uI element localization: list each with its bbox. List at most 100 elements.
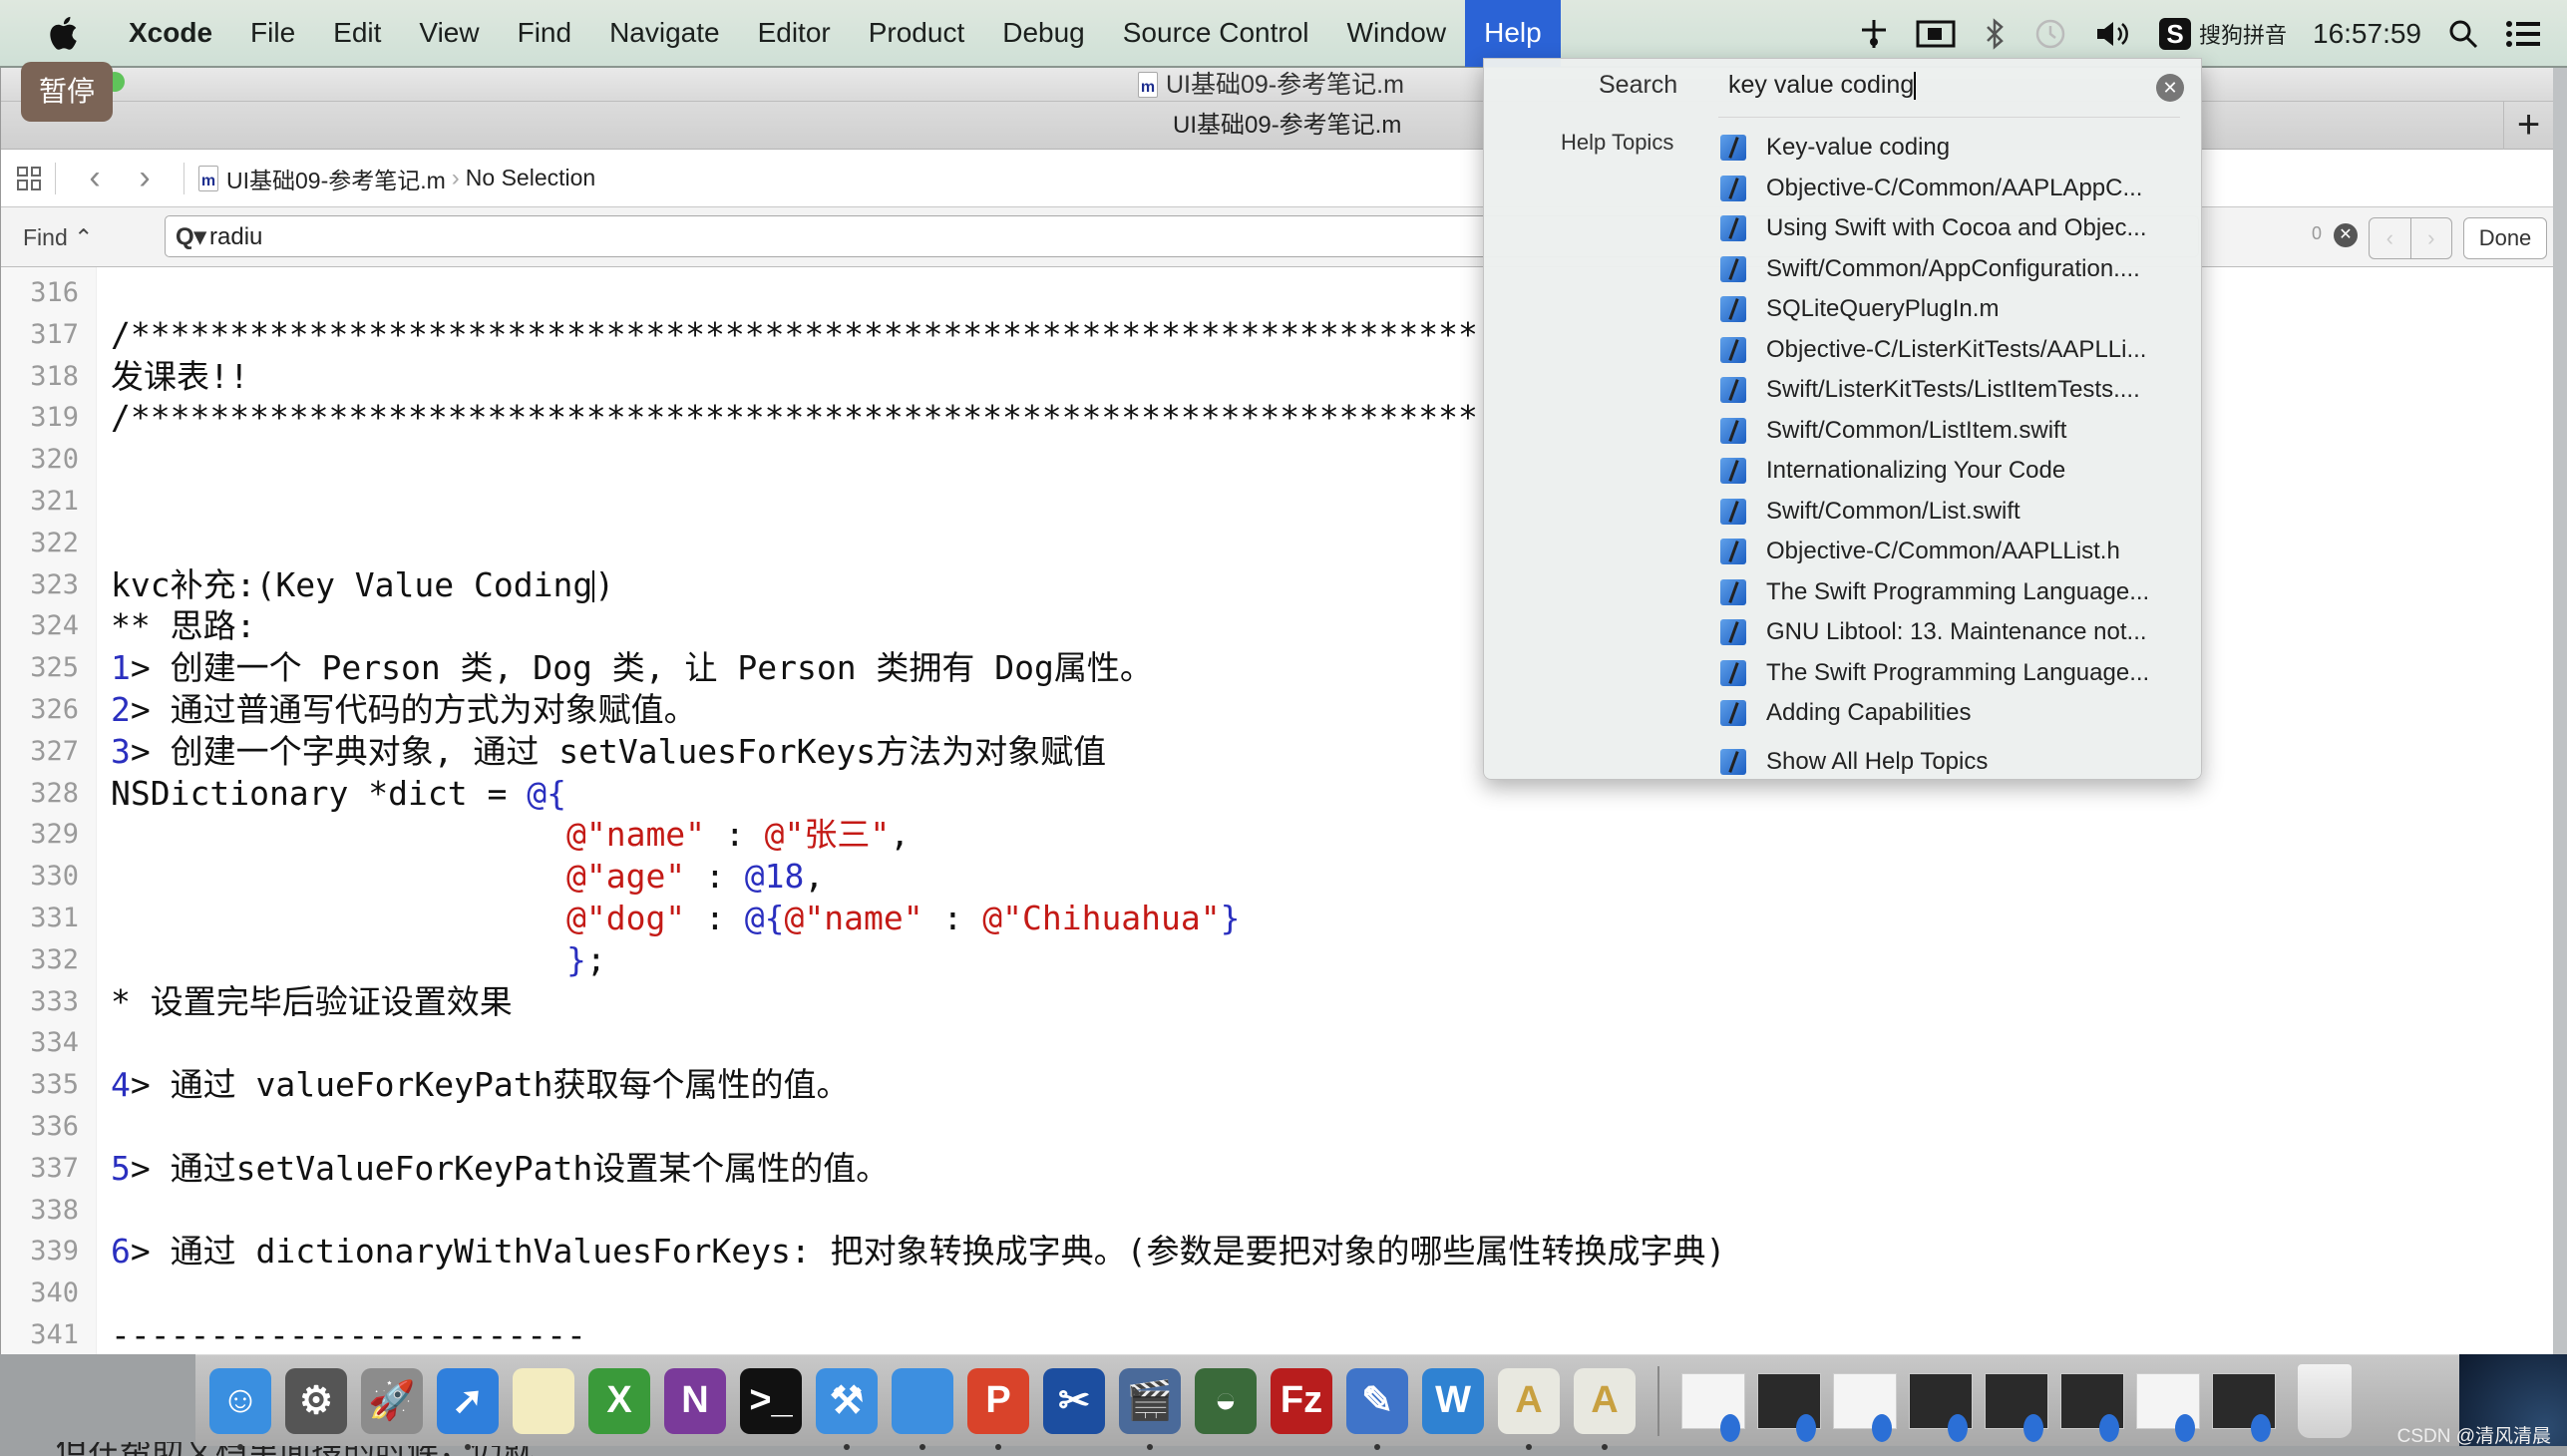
dock-pro-app-icon[interactable]: ◒ [1195, 1367, 1257, 1434]
menu-editor[interactable]: Editor [739, 0, 850, 67]
menu-find[interactable]: Find [499, 0, 590, 67]
dock-document-icon[interactable] [2060, 1372, 2124, 1442]
go-forward-button[interactable]: › [120, 159, 170, 197]
help-topic-item[interactable]: Objective-C/Common/AAPLAppC... [1720, 169, 2142, 208]
code-line[interactable]: 336 [1, 1106, 2553, 1148]
help-topic-item[interactable]: SQLiteQueryPlugIn.m [1720, 289, 1999, 329]
code-line[interactable]: 337 5> 通过setValueForKeyPath设置某个属性的值。 [1, 1148, 2553, 1190]
dock-word-icon[interactable]: W [1422, 1367, 1484, 1434]
dock-document-icon[interactable] [1681, 1372, 1745, 1442]
bluetooth-icon[interactable] [1982, 18, 2008, 50]
dock-text-app-icon[interactable]: A [1574, 1367, 1636, 1450]
show-all-help-topics[interactable]: Show All Help Topics [1720, 742, 1988, 782]
input-method-label[interactable]: 搜狗拼音 [2199, 18, 2287, 50]
dock-document-icon[interactable] [1757, 1372, 1821, 1442]
menu-file[interactable]: File [231, 0, 314, 67]
dock-terminal-icon[interactable]: >_ [740, 1367, 802, 1434]
code-line[interactable]: 339 6> 通过 dictionaryWithValuesForKeys: 把对… [1, 1231, 2553, 1273]
find-previous-button[interactable]: ‹ [2370, 218, 2411, 258]
clear-search-icon[interactable]: ✕ [2156, 74, 2184, 102]
dock-writing-app-icon[interactable]: ✎ [1346, 1367, 1408, 1450]
find-mode-select[interactable]: Find ⌃ [23, 207, 93, 267]
menu-edit[interactable]: Edit [314, 0, 400, 67]
notification-center-icon[interactable] [2505, 19, 2541, 49]
search-options-icon[interactable]: Q▾ [176, 222, 206, 251]
dock-document-icon[interactable] [1909, 1372, 1973, 1442]
dock-folder-icon[interactable] [892, 1367, 953, 1450]
dock-powerpoint-icon[interactable]: P [967, 1367, 1029, 1450]
find-done-button[interactable]: Done [2463, 217, 2547, 259]
volume-icon[interactable] [2093, 18, 2133, 50]
dock-document-icon[interactable] [2212, 1372, 2276, 1442]
dock-video-recorder-icon[interactable]: 🎬 [1119, 1367, 1181, 1450]
help-topic-item[interactable]: The Swift Programming Language... [1720, 653, 2149, 693]
dock-xcode-icon[interactable]: ⚒ [816, 1367, 878, 1450]
code-line[interactable]: 333 * 设置完毕后验证设置效果 [1, 981, 2553, 1023]
code-line[interactable]: 329 @"name" : @"张三", [1, 814, 2553, 856]
menu-navigate[interactable]: Navigate [590, 0, 739, 67]
help-search-input[interactable]: key value coding [1728, 71, 1917, 101]
help-search-value[interactable]: key value coding [1728, 71, 1914, 99]
code-text: @"dog" : @{@"name" : @"Chihuahua"} [111, 898, 1241, 939]
help-topic-item[interactable]: Objective-C/Common/AAPLList.h [1720, 532, 2120, 571]
help-topic-item[interactable]: Adding Capabilities [1720, 693, 1971, 733]
menu-debug[interactable]: Debug [983, 0, 1104, 67]
dock-font-book-icon[interactable]: A [1498, 1367, 1560, 1450]
dock-launchpad-icon[interactable]: 🚀 [361, 1367, 423, 1434]
go-back-button[interactable]: ‹ [70, 159, 120, 197]
menu-source-control[interactable]: Source Control [1104, 0, 1328, 67]
dock-document-icon[interactable] [2136, 1372, 2200, 1442]
code-line[interactable]: 340 [1, 1273, 2553, 1314]
clear-find-icon[interactable]: ✕ [2334, 223, 2358, 247]
network-link-icon[interactable] [1858, 18, 1890, 50]
code-line[interactable]: 338 [1, 1190, 2553, 1232]
dock-notes-icon[interactable] [513, 1367, 574, 1434]
menubar-clock[interactable]: 16:57:59 [2313, 18, 2421, 50]
help-topic-item[interactable]: The Swift Programming Language... [1720, 572, 2149, 612]
menu-help[interactable]: Help [1465, 0, 1561, 67]
dock-system-preferences-icon[interactable]: ⚙ [285, 1367, 347, 1434]
help-topic-item[interactable]: Using Swift with Cocoa and Objec... [1720, 208, 2147, 248]
dock-onenote-icon[interactable]: N [664, 1367, 726, 1434]
dock-screenshot-icon[interactable]: ✂ [1043, 1367, 1105, 1434]
help-topic-item[interactable]: Objective-C/ListerKitTests/AAPLLi... [1720, 330, 2146, 370]
pause-badge[interactable]: 暂停 [21, 62, 113, 122]
apple-menu-icon[interactable] [44, 13, 80, 53]
time-machine-icon[interactable] [2033, 17, 2067, 51]
code-line[interactable]: 331 @"dog" : @{@"name" : @"Chihuahua"} [1, 898, 2553, 939]
dock-document-icon[interactable] [1985, 1372, 2048, 1442]
help-topic-item[interactable]: Internationalizing Your Code [1720, 451, 2065, 491]
tab-active-file[interactable]: UI基础09-参考笔记.m [1173, 102, 1401, 150]
breadcrumb-file[interactable]: UI基础09-参考笔记.m [226, 162, 446, 195]
dock-safari-icon[interactable]: ➚ [437, 1367, 499, 1450]
help-topic-item[interactable]: Swift/ListerKitTests/ListItemTests.... [1720, 370, 2140, 410]
input-method-icon[interactable]: S [2158, 18, 2191, 50]
related-items-icon[interactable] [17, 166, 41, 190]
dock-excel-icon[interactable]: X [588, 1367, 650, 1434]
menu-view[interactable]: View [400, 0, 498, 67]
menu-app-xcode[interactable]: Xcode [110, 0, 231, 67]
help-topic-item[interactable]: Swift/Common/AppConfiguration.... [1720, 249, 2140, 289]
code-line[interactable]: 341 ------------------------ [1, 1314, 2553, 1354]
help-topic-item[interactable]: Swift/Common/List.swift [1720, 492, 2020, 532]
help-topic-item[interactable]: GNU Libtool: 13. Maintenance not... [1720, 612, 2147, 652]
code-line[interactable]: 335 4> 通过 valueForKeyPath获取每个属性的值。 [1, 1064, 2553, 1106]
dock-document-icon[interactable] [1833, 1372, 1897, 1442]
spotlight-search-icon[interactable] [2447, 18, 2479, 50]
code-line[interactable]: 332 }; [1, 939, 2553, 981]
menu-product[interactable]: Product [850, 0, 984, 67]
trash-icon[interactable] [2298, 1363, 2352, 1438]
line-number: 320 [30, 444, 79, 476]
find-next-button[interactable]: › [2411, 218, 2452, 258]
help-topic-item[interactable]: Key-value coding [1720, 128, 1950, 168]
code-line[interactable]: 330 @"age" : @18, [1, 856, 2553, 898]
add-tab-button[interactable]: + [2503, 102, 2553, 150]
dock-finder-icon[interactable]: ☺ [209, 1367, 271, 1450]
find-query[interactable]: radiu [209, 223, 262, 251]
help-topic-item[interactable]: Swift/Common/ListItem.swift [1720, 411, 2066, 451]
code-line[interactable]: 334 [1, 1022, 2553, 1064]
dock-filezilla-icon[interactable]: Fz [1271, 1367, 1332, 1434]
breadcrumb-selection[interactable]: No Selection [466, 165, 595, 191]
screen-record-icon[interactable] [1916, 18, 1956, 50]
menu-window[interactable]: Window [1328, 0, 1466, 67]
